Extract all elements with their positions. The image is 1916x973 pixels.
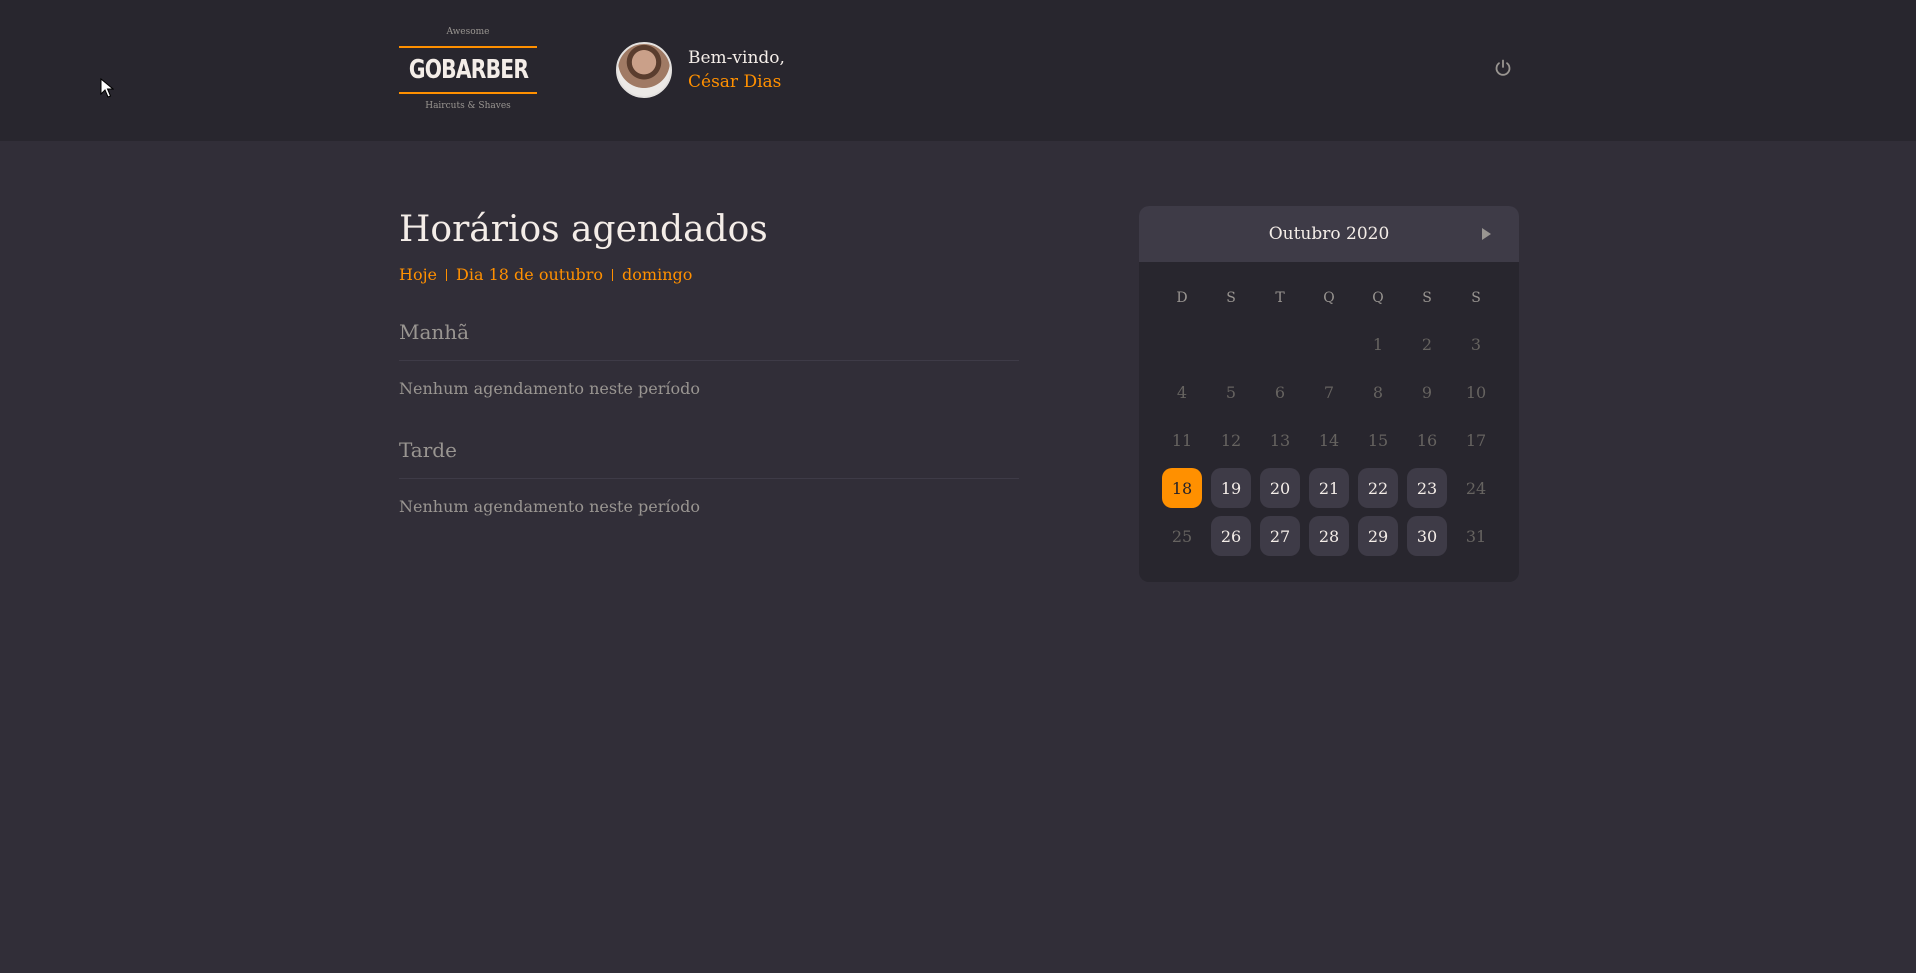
- weekday-label: Q: [1323, 290, 1335, 306]
- page-title: Horários agendados: [399, 209, 768, 250]
- weekday-header: DSTQQSS: [1139, 290, 1519, 310]
- separator: [612, 268, 614, 281]
- calendar-empty-cell: [1260, 324, 1300, 364]
- calendar-day[interactable]: 27: [1260, 516, 1300, 556]
- welcome-text: Bem-vindo,: [688, 48, 785, 68]
- calendar-day-disabled: 5: [1225, 382, 1237, 402]
- calendar-day[interactable]: 26: [1211, 516, 1251, 556]
- calendar-day-disabled: 9: [1421, 382, 1433, 402]
- separator: [446, 268, 448, 281]
- weekday-label: S: [1226, 290, 1236, 306]
- calendar-day-disabled: 1: [1372, 334, 1384, 354]
- weekday-label: D: [1176, 290, 1188, 306]
- calendar: Outubro 2020 DSTQQSS 1 2 3 4 5 6 7 8 9 10 11 12 13 14…: [1139, 206, 1519, 582]
- calendar-day-disabled: 24: [1465, 478, 1487, 498]
- calendar-day-disabled: 14: [1318, 430, 1340, 450]
- calendar-day-disabled: 2: [1421, 334, 1433, 354]
- power-icon[interactable]: [1493, 58, 1513, 78]
- calendar-day-disabled: 31: [1465, 526, 1487, 546]
- weekday-label: Q: [1372, 290, 1384, 306]
- next-month-icon[interactable]: [1482, 228, 1491, 240]
- empty-message-morning: Nenhum agendamento neste período: [399, 379, 701, 398]
- calendar-day[interactable]: 22: [1358, 468, 1398, 508]
- calendar-day-disabled: 11: [1171, 430, 1193, 450]
- section-title-morning: Manhã: [399, 318, 1019, 361]
- logo-band: GOBARBER: [399, 46, 537, 94]
- logo-bottom-text: Haircuts & Shaves: [425, 101, 511, 111]
- calendar-day-disabled: 25: [1171, 526, 1193, 546]
- date-label: Dia 18 de outubro: [456, 265, 604, 284]
- calendar-day[interactable]: 20: [1260, 468, 1300, 508]
- calendar-day-selected[interactable]: 18: [1162, 468, 1202, 508]
- calendar-days: 1 2 3 4 5 6 7 8 9 10 11 12 13 14 15 16 17 18 19 20 21 22 23 24 2…: [1139, 324, 1519, 556]
- app-header: Awesome GOBARBER Haircuts & Shaves Bem-v…: [0, 0, 1916, 141]
- calendar-day[interactable]: 28: [1309, 516, 1349, 556]
- calendar-day-disabled: 6: [1274, 382, 1286, 402]
- date-info: Hoje Dia 18 de outubro domingo: [399, 265, 1019, 284]
- weekday-label: S: [1422, 290, 1432, 306]
- calendar-day-disabled: 12: [1220, 430, 1242, 450]
- mouse-cursor-icon: [100, 78, 114, 98]
- morning-section: Manhã Nenhum agendamento neste período: [399, 318, 1019, 398]
- calendar-month: Outubro 2020: [1268, 224, 1390, 244]
- calendar-empty-cell: [1309, 324, 1349, 364]
- calendar-day[interactable]: 19: [1211, 468, 1251, 508]
- calendar-day[interactable]: 21: [1309, 468, 1349, 508]
- calendar-day-disabled: 10: [1465, 382, 1487, 402]
- weekday-label: T: [1275, 290, 1285, 306]
- calendar-day-disabled: 7: [1323, 382, 1335, 402]
- calendar-day[interactable]: 30: [1407, 516, 1447, 556]
- calendar-day[interactable]: 29: [1358, 516, 1398, 556]
- schedule-panel: Horários agendados Hoje Dia 18 de outubr…: [399, 205, 1019, 516]
- empty-message-afternoon: Nenhum agendamento neste período: [399, 497, 701, 516]
- calendar-empty-cell: [1162, 324, 1202, 364]
- calendar-header: Outubro 2020: [1139, 206, 1519, 262]
- calendar-day-disabled: 4: [1176, 382, 1188, 402]
- calendar-day[interactable]: 23: [1407, 468, 1447, 508]
- logo-wordmark: GOBARBER: [408, 55, 528, 85]
- calendar-day-disabled: 16: [1416, 430, 1438, 450]
- avatar[interactable]: [616, 42, 672, 98]
- calendar-empty-cell: [1211, 324, 1251, 364]
- section-title-afternoon: Tarde: [399, 436, 1019, 479]
- calendar-day-disabled: 13: [1269, 430, 1291, 450]
- user-profile[interactable]: Bem-vindo, César Dias: [616, 42, 785, 98]
- calendar-day-disabled: 3: [1470, 334, 1482, 354]
- logo-top-text: Awesome: [446, 27, 490, 37]
- calendar-day-disabled: 15: [1367, 430, 1389, 450]
- today-label: Hoje: [399, 265, 438, 284]
- weekday-label: domingo: [622, 265, 693, 284]
- weekday-label: S: [1471, 290, 1481, 306]
- calendar-day-disabled: 17: [1465, 430, 1487, 450]
- welcome-block: Bem-vindo, César Dias: [688, 46, 785, 94]
- calendar-day-disabled: 8: [1372, 382, 1384, 402]
- user-name-link[interactable]: César Dias: [688, 70, 785, 94]
- afternoon-section: Tarde Nenhum agendamento neste período: [399, 436, 1019, 516]
- gobarber-logo[interactable]: Awesome GOBARBER Haircuts & Shaves: [399, 26, 537, 114]
